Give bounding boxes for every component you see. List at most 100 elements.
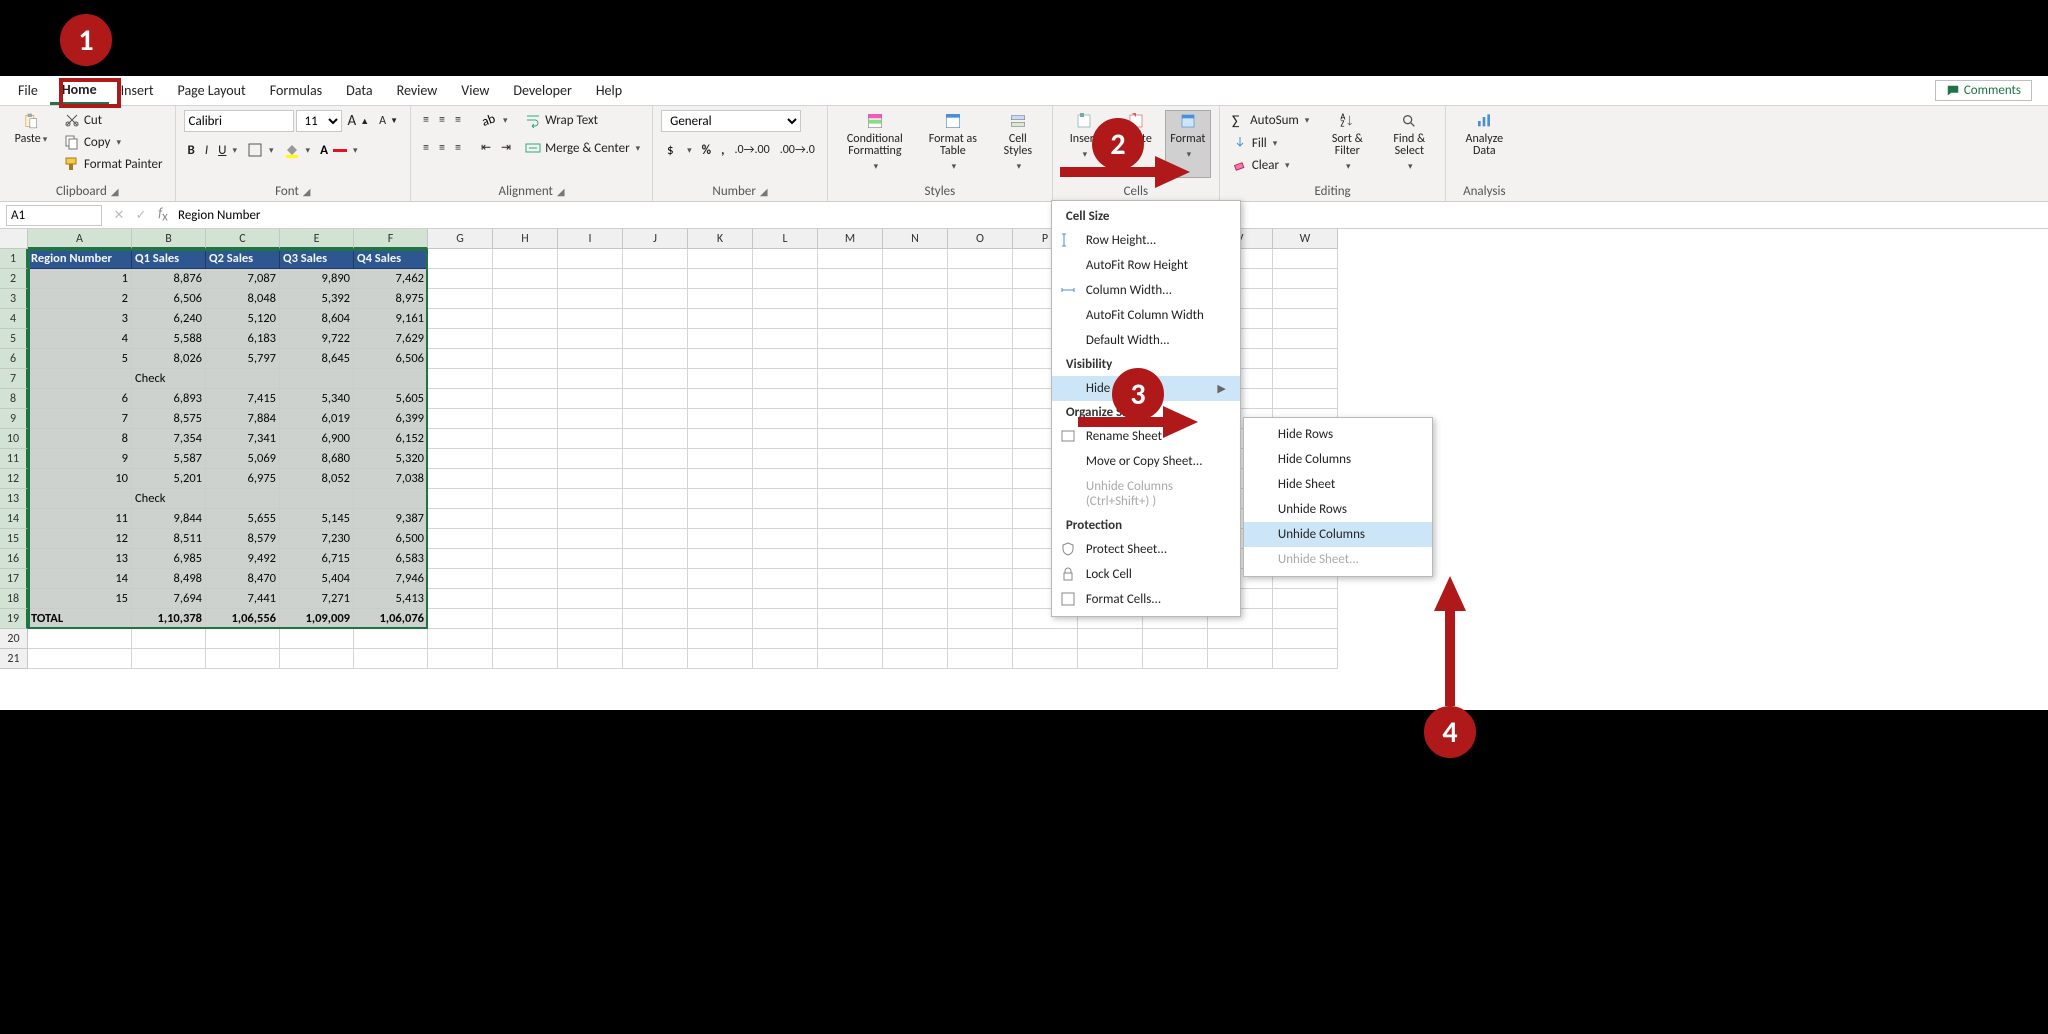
cell[interactable]: 5,797 [206,349,280,369]
row-header-9[interactable]: 9 [0,409,28,429]
cell[interactable]: 8,026 [132,349,206,369]
cell[interactable] [428,429,493,449]
cell[interactable] [493,609,558,629]
cell[interactable]: 8,579 [206,529,280,549]
cell[interactable]: 8,975 [354,289,428,309]
cell[interactable] [818,449,883,469]
align-right-button[interactable]: ≡ [451,139,465,157]
fill-button[interactable]: Fill [1228,133,1313,153]
col-header-H[interactable]: H [493,229,558,249]
cell[interactable]: 7,946 [354,569,428,589]
conditional-formatting-button[interactable]: Conditional Formatting [836,110,914,178]
cell[interactable] [623,569,688,589]
cell[interactable] [623,429,688,449]
cell[interactable] [1078,629,1143,649]
row-header-19[interactable]: 19 [0,609,28,629]
cell[interactable]: 7 [28,409,132,429]
cell[interactable] [493,629,558,649]
cell[interactable] [948,469,1013,489]
cell[interactable] [688,649,753,669]
cell[interactable] [753,629,818,649]
tab-help[interactable]: Help [584,78,634,103]
cell[interactable] [1273,349,1338,369]
cell[interactable] [493,549,558,569]
cell[interactable] [948,369,1013,389]
cell[interactable] [948,529,1013,549]
cell[interactable]: 6,399 [354,409,428,429]
cell[interactable]: 5,392 [280,289,354,309]
cell[interactable]: Region Number [28,249,132,269]
cell[interactable] [753,309,818,329]
cell[interactable]: Q3 Sales [280,249,354,269]
cell[interactable] [493,429,558,449]
col-header-K[interactable]: K [688,229,753,249]
comma-button[interactable]: , [717,141,728,160]
col-header-W[interactable]: W [1273,229,1338,249]
cell[interactable] [428,289,493,309]
row-header-2[interactable]: 2 [0,269,28,289]
cell[interactable] [623,369,688,389]
cell[interactable] [883,429,948,449]
cell[interactable] [753,429,818,449]
cell[interactable]: 9,890 [280,269,354,289]
cell[interactable] [206,629,280,649]
row-header-21[interactable]: 21 [0,649,28,669]
cell[interactable] [688,509,753,529]
cell[interactable] [428,589,493,609]
cell[interactable]: 7,341 [206,429,280,449]
cell[interactable] [1273,249,1338,269]
cell[interactable]: TOTAL [28,609,132,629]
cell[interactable]: 1,06,556 [206,609,280,629]
cell[interactable] [493,589,558,609]
cell[interactable]: 1,10,378 [132,609,206,629]
cell[interactable] [280,649,354,669]
cell[interactable] [948,389,1013,409]
cell[interactable] [558,529,623,549]
cell[interactable] [753,349,818,369]
cell[interactable] [623,289,688,309]
cell[interactable] [883,389,948,409]
row-header-16[interactable]: 16 [0,549,28,569]
cell[interactable] [280,629,354,649]
cut-button[interactable]: Cut [60,110,167,130]
col-header-I[interactable]: I [558,229,623,249]
cell[interactable] [753,449,818,469]
cell[interactable] [883,469,948,489]
cell[interactable] [428,629,493,649]
font-name-input[interactable] [184,110,294,132]
menu-lock-cell[interactable]: Lock Cell [1052,562,1240,587]
cell[interactable] [558,649,623,669]
cell[interactable]: Q2 Sales [206,249,280,269]
cell[interactable]: 2 [28,289,132,309]
cell[interactable]: 9,844 [132,509,206,529]
cell[interactable] [1208,629,1273,649]
cell[interactable] [558,569,623,589]
cell[interactable] [28,649,132,669]
cell[interactable] [688,529,753,549]
cell[interactable] [688,589,753,609]
cell[interactable] [753,609,818,629]
menu-protect-sheet[interactable]: Protect Sheet... [1052,537,1240,562]
cell[interactable] [428,649,493,669]
submenu-hide-rows[interactable]: Hide Rows [1244,422,1432,447]
cell[interactable]: 5,588 [132,329,206,349]
cell[interactable] [558,329,623,349]
cell[interactable]: 9,387 [354,509,428,529]
submenu-hide-sheet[interactable]: Hide Sheet [1244,472,1432,497]
cell[interactable] [818,349,883,369]
accounting-format-button[interactable]: $ [661,140,696,160]
cell[interactable]: 7,441 [206,589,280,609]
cell[interactable] [623,629,688,649]
cell[interactable]: 1,06,076 [354,609,428,629]
cell[interactable] [428,389,493,409]
cell[interactable] [623,449,688,469]
cell[interactable] [623,409,688,429]
row-header-20[interactable]: 20 [0,629,28,649]
format-as-table-button[interactable]: Format as Table [920,110,986,178]
cell[interactable] [623,489,688,509]
cell[interactable] [883,449,948,469]
cancel-formula-icon[interactable]: ✕ [108,208,130,223]
cell[interactable]: 5,587 [132,449,206,469]
row-header-4[interactable]: 4 [0,309,28,329]
cell[interactable]: 1,09,009 [280,609,354,629]
